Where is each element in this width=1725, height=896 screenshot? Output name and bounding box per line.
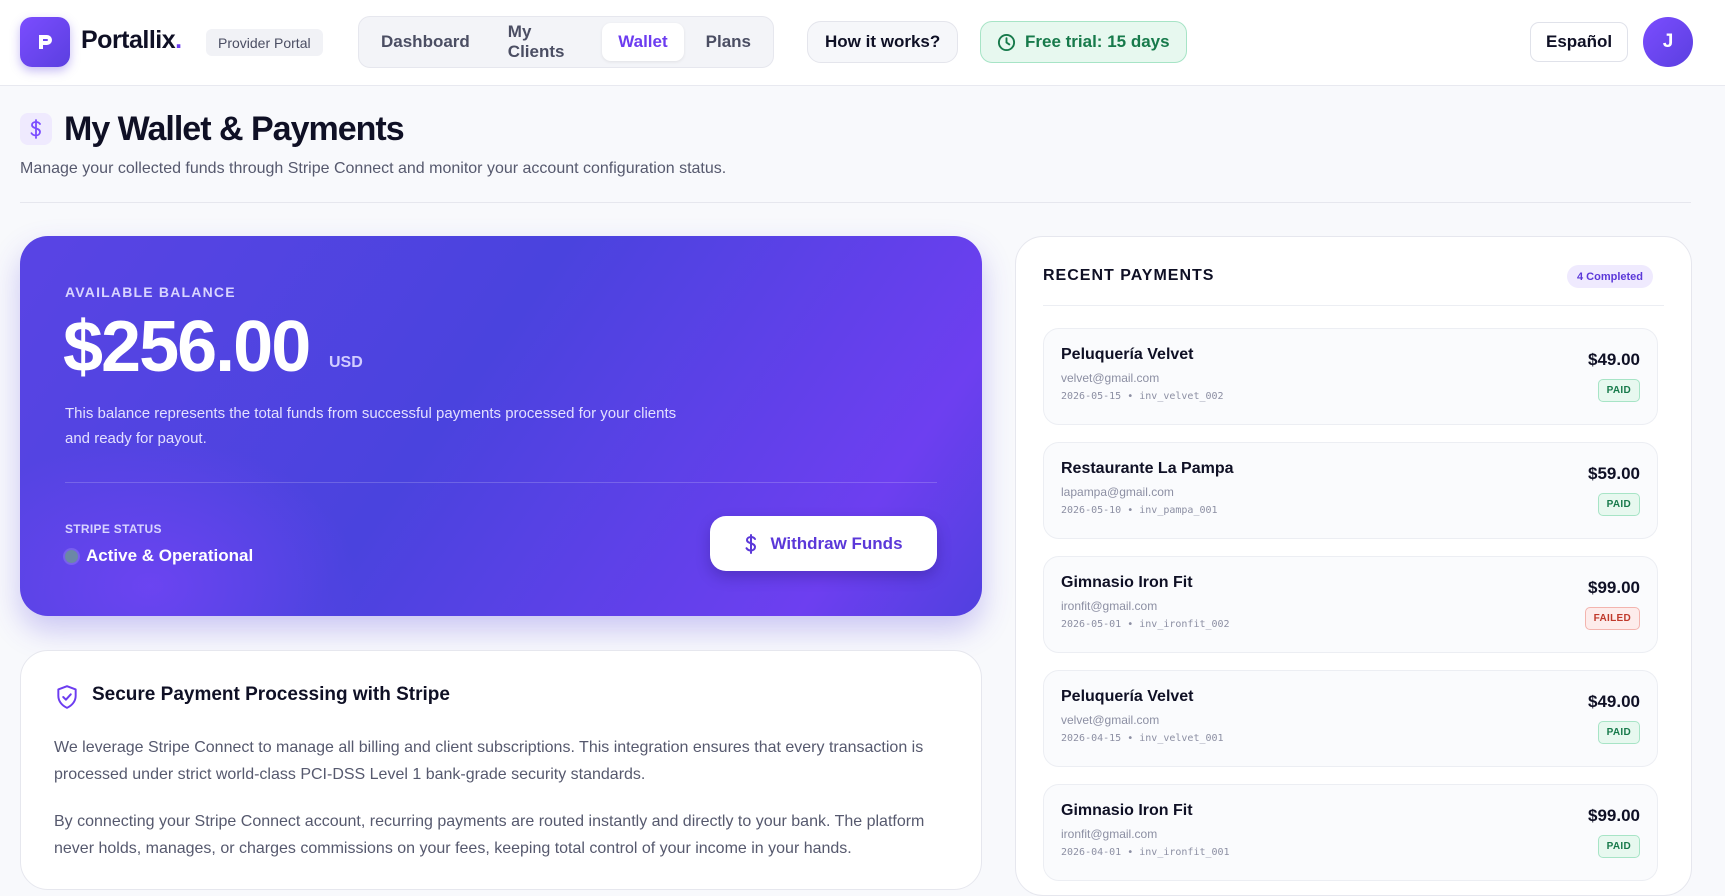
payment-meta: 2026-05-01 • inv_ironfit_002 [1061,619,1230,630]
main-nav: Dashboard My Clients Wallet Plans [358,16,774,68]
completed-count-badge: 4 Completed [1567,265,1654,288]
security-paragraph-2: By connecting your Stripe Connect accoun… [54,813,925,857]
payment-amount: $49.00 [1588,350,1640,369]
payment-status-badge: PAID [1597,721,1640,744]
nav-wallet[interactable]: Wallet [602,23,684,61]
payment-amount: $49.00 [1588,692,1640,711]
top-bar: Portallix. Provider Portal Dashboard My … [0,0,1725,86]
shield-check-icon [57,685,77,709]
dollar-icon [20,113,52,145]
payment-row[interactable]: Gimnasio Iron Fit ironfit@gmail.com 2026… [1043,556,1658,653]
page-title: My Wallet & Payments [64,110,405,148]
payment-status-badge: PAID [1597,493,1640,516]
heading-divider [20,202,1691,203]
how-it-works-button[interactable]: How it works? [807,21,959,63]
brand-name[interactable]: Portallix. [81,26,182,55]
status-dot-icon [65,549,78,563]
provider-portal-badge: Provider Portal [206,29,323,56]
payment-amount: $99.00 [1588,578,1640,597]
payment-client-name: Restaurante La Pampa [1061,460,1234,477]
payment-client-email: ironfit@gmail.com [1061,827,1158,841]
payment-client-name: Peluquería Velvet [1061,688,1194,705]
payment-meta: 2026-04-01 • inv_ironfit_001 [1061,847,1230,858]
payment-amount: $99.00 [1588,806,1640,825]
payment-amount: $59.00 [1588,464,1640,483]
withdraw-funds-button[interactable]: Withdraw Funds [710,516,937,571]
payment-client-email: velvet@gmail.com [1061,371,1160,385]
withdraw-funds-label: Withdraw Funds [770,533,903,553]
payment-row[interactable]: Peluquería Velvet velvet@gmail.com 2026-… [1043,670,1658,767]
payment-client-name: Gimnasio Iron Fit [1061,574,1193,591]
payment-meta: 2026-05-15 • inv_velvet_002 [1061,391,1224,402]
payment-client-name: Gimnasio Iron Fit [1061,802,1193,819]
payment-meta: 2026-05-10 • inv_pampa_001 [1061,505,1218,516]
payment-client-email: ironfit@gmail.com [1061,599,1158,613]
payment-row[interactable]: Peluquería Velvet velvet@gmail.com 2026-… [1043,328,1658,425]
payment-row[interactable]: Gimnasio Iron Fit ironfit@gmail.com 2026… [1043,784,1658,881]
stripe-status: Active & Operational [65,546,253,566]
payment-client-email: velvet@gmail.com [1061,713,1160,727]
balance-card: AVAILABLE BALANCE $256.00 USD This balan… [20,236,982,616]
payment-row[interactable]: Restaurante La Pampa lapampa@gmail.com 2… [1043,442,1658,539]
security-paragraph-1: We leverage Stripe Connect to manage all… [54,739,924,783]
balance-description: This balance represents the total funds … [65,405,677,447]
security-title: Secure Payment Processing with Stripe [92,684,450,705]
payment-status-badge: PAID [1597,379,1640,402]
balance-amount: $256.00 [63,307,311,387]
page-subtitle: Manage your collected funds through Stri… [20,160,727,177]
portallix-logo-icon[interactable] [20,17,70,67]
recent-payments-title: RECENT PAYMENTS [1043,267,1215,284]
balance-currency: USD [329,354,363,371]
payment-status-badge: PAID [1597,835,1640,858]
language-button[interactable]: Español [1530,22,1629,62]
balance-label: AVAILABLE BALANCE [65,284,236,300]
free-trial-badge[interactable]: Free trial: 15 days [980,21,1187,63]
stripe-status-text: Active & Operational [86,546,254,565]
balance-divider [65,482,937,483]
payment-client-email: lapampa@gmail.com [1061,485,1174,499]
nav-plans[interactable]: Plans [690,23,767,61]
nav-my-clients[interactable]: My Clients [492,22,596,61]
free-trial-label: Free trial: 15 days [1025,32,1170,51]
nav-dashboard[interactable]: Dashboard [365,23,486,61]
clock-icon [997,33,1016,51]
dollar-icon [745,533,757,554]
payment-status-badge: FAILED [1584,607,1640,630]
user-avatar[interactable]: J [1643,17,1693,67]
payment-meta: 2026-04-15 • inv_velvet_001 [1061,733,1224,744]
stripe-status-label: STRIPE STATUS [65,522,162,536]
recent-payments-divider [1043,305,1664,306]
payment-client-name: Peluquería Velvet [1061,346,1194,363]
